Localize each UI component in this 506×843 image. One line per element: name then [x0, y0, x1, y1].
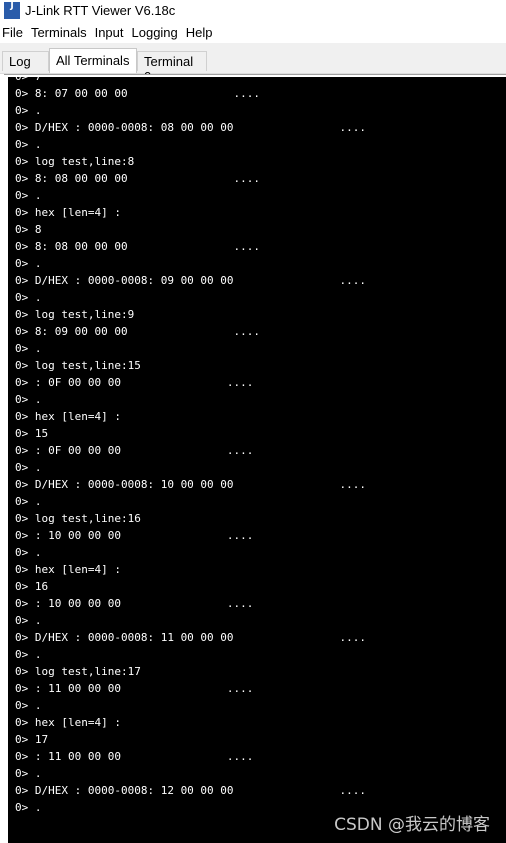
terminal-line: 0> . [15, 648, 42, 661]
terminal-line: 0> : 0F 00 00 00 .... [15, 444, 261, 457]
terminal-line: 0> 8: 08 00 00 00 .... [15, 240, 267, 253]
terminal-line: 0> : 11 00 00 00 .... [15, 750, 261, 763]
terminal-line: 0> : 11 00 00 00 .... [15, 682, 261, 695]
terminal-line: 0> . [15, 461, 42, 474]
rtt-viewer-window: J J-Link RTT Viewer V6.18c File Terminal… [0, 0, 506, 843]
menu-help[interactable]: Help [182, 25, 217, 40]
terminal-output[interactable]: 0> 7 0> 8: 07 00 00 00 .... 0> . 0> D/HEX … [8, 77, 506, 843]
menu-logging[interactable]: Logging [128, 25, 182, 40]
terminal-line: 0> . [15, 546, 42, 559]
tab-all-terminals[interactable]: All Terminals [49, 48, 137, 73]
menu-bar: File Terminals Input Logging Help [0, 21, 506, 43]
window-title: J-Link RTT Viewer V6.18c [25, 3, 176, 18]
terminal-line: 0> . [15, 138, 42, 151]
terminal-line: 0> . [15, 257, 42, 270]
terminal-line: 0> 8: 08 00 00 00 .... [15, 172, 267, 185]
terminal-frame: 0> 7 0> 8: 07 00 00 00 .... 0> . 0> D/HEX … [4, 74, 506, 843]
menu-file[interactable]: File [0, 25, 27, 40]
terminal-line: 0> 17 [15, 733, 49, 746]
terminal-line: 0> : 0F 00 00 00 .... [15, 376, 261, 389]
terminal-line: 0> 7 [15, 77, 506, 85]
terminal-line: 0> 8: 07 00 00 00 .... [15, 87, 267, 100]
menu-input[interactable]: Input [91, 25, 128, 40]
terminal-line: 0> . [15, 189, 42, 202]
terminal-lines: 0> 7 0> 8: 07 00 00 00 .... 0> . 0> D/HEX … [15, 77, 506, 816]
terminal-line: 0> 8: 09 00 00 00 .... [15, 325, 267, 338]
terminal-line: 0> hex [len=4] : [15, 716, 121, 729]
terminal-line: 0> D/HEX : 0000-0008: 08 00 00 00 .... [15, 121, 373, 134]
terminal-line: 0> . [15, 699, 42, 712]
terminal-line: 0> . [15, 104, 42, 117]
terminal-line: 0> . [15, 614, 42, 627]
terminal-line: 0> . [15, 342, 42, 355]
terminal-line: 0> hex [len=4] : [15, 563, 121, 576]
tab-terminal-0[interactable]: Terminal 0 [137, 51, 207, 84]
terminal-line: 0> : 10 00 00 00 .... [15, 529, 261, 542]
terminal-line: 0> . [15, 393, 42, 406]
terminal-line: 0> log test,line:15 [15, 359, 141, 372]
terminal-line: 0> . [15, 495, 42, 508]
terminal-line: 0> hex [len=4] : [15, 410, 121, 423]
terminal-line: 0> log test,line:16 [15, 512, 141, 525]
app-icon-letter: J [10, 1, 14, 11]
terminal-line: 0> D/HEX : 0000-0008: 10 00 00 00 .... [15, 478, 373, 491]
jlink-app-icon: J [4, 2, 20, 19]
terminal-line: 0> 8 [15, 223, 42, 236]
tab-log[interactable]: Log [2, 51, 49, 71]
terminal-line: 0> hex [len=4] : [15, 206, 121, 219]
terminal-line: 0> : 10 00 00 00 .... [15, 597, 261, 610]
terminal-line: 0> D/HEX : 0000-0008: 12 00 00 00 .... [15, 784, 373, 797]
terminal-line: 0> D/HEX : 0000-0008: 09 00 00 00 .... [15, 274, 373, 287]
terminal-line: 0> . [15, 767, 42, 780]
terminal-line: 0> . [15, 801, 42, 814]
terminal-line: 0> . [15, 291, 42, 304]
terminal-line: 0> log test,line:8 [15, 155, 135, 168]
menu-terminals[interactable]: Terminals [27, 25, 91, 40]
terminal-line: 0> 15 [15, 427, 49, 440]
terminal-line: 0> D/HEX : 0000-0008: 11 00 00 00 .... [15, 631, 373, 644]
terminal-line: 0> log test,line:17 [15, 665, 141, 678]
title-bar: J J-Link RTT Viewer V6.18c [0, 0, 506, 21]
tab-bar: Log All Terminals Terminal 0 [0, 43, 506, 84]
terminal-line: 0> 16 [15, 580, 49, 593]
terminal-line: 0> log test,line:9 [15, 308, 135, 321]
